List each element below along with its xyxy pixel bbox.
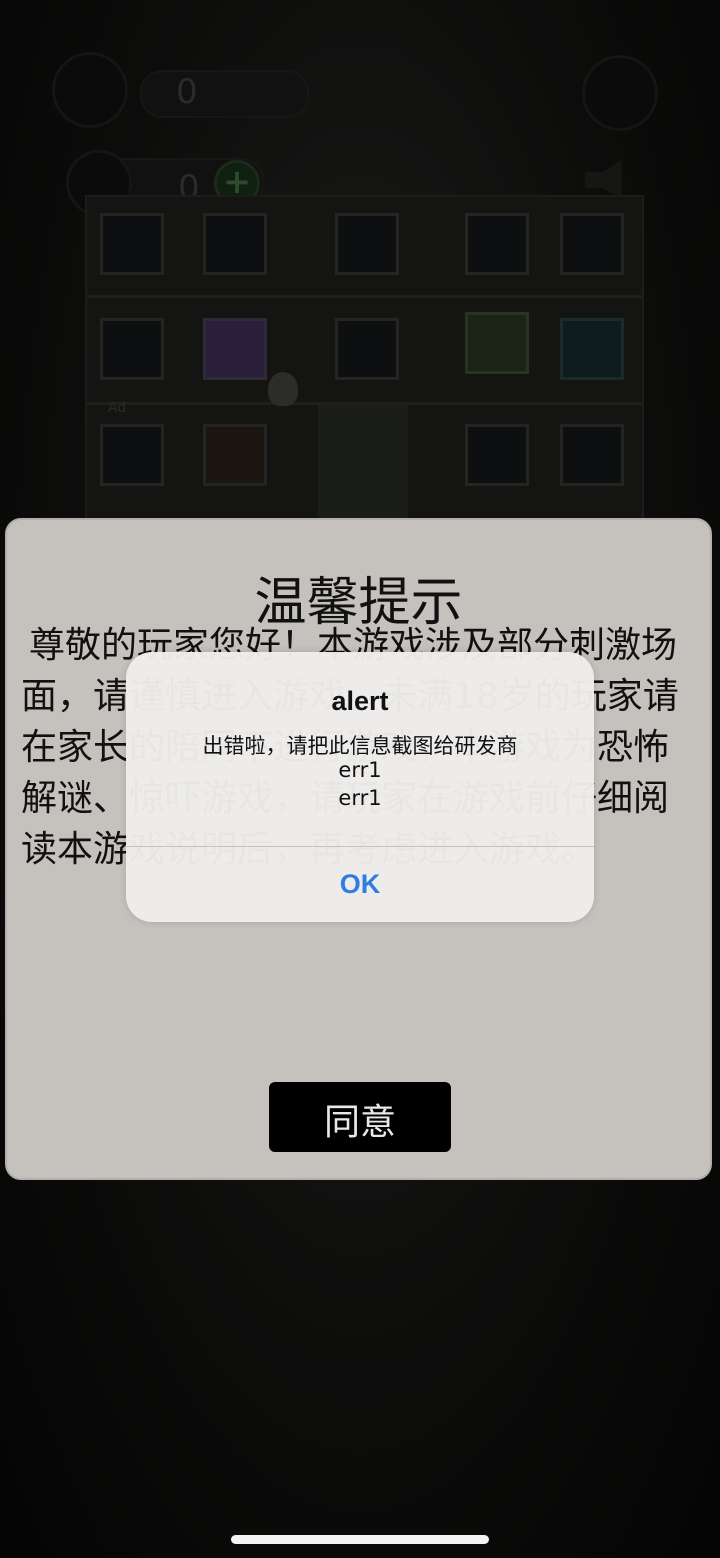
window: [560, 318, 624, 380]
alert-message-line1: 出错啦，请把此信息截图给研发商: [202, 734, 518, 758]
door: [318, 405, 408, 523]
window: [465, 312, 529, 374]
window: [560, 213, 624, 275]
coin-count: 0: [176, 72, 198, 112]
coin-bar: [140, 70, 309, 118]
alert-ok-button[interactable]: OK: [126, 847, 594, 922]
speaker-icon: [585, 160, 622, 200]
window: [100, 213, 164, 275]
alert-dialog: alert 出错啦，请把此信息截图给研发商 err1 err1 OK: [126, 652, 594, 922]
hud-top-left-icon: [52, 52, 128, 128]
window: [203, 318, 267, 380]
window: [203, 213, 267, 275]
ad-label: Ad: [108, 400, 127, 416]
window: [100, 318, 164, 380]
window: [335, 213, 399, 275]
window: [100, 424, 164, 486]
home-indicator[interactable]: [231, 1535, 489, 1544]
window: [560, 424, 624, 486]
window: [465, 424, 529, 486]
window: [465, 213, 529, 275]
street-lamp: [268, 372, 298, 406]
window: [203, 424, 267, 486]
window: [335, 318, 399, 380]
alert-message-line2: err1: [338, 758, 382, 782]
globe-icon: [582, 55, 658, 131]
alert-title: alert: [331, 686, 389, 716]
alert-message-line3: err1: [338, 786, 382, 810]
agree-button[interactable]: 同意: [269, 1082, 451, 1152]
